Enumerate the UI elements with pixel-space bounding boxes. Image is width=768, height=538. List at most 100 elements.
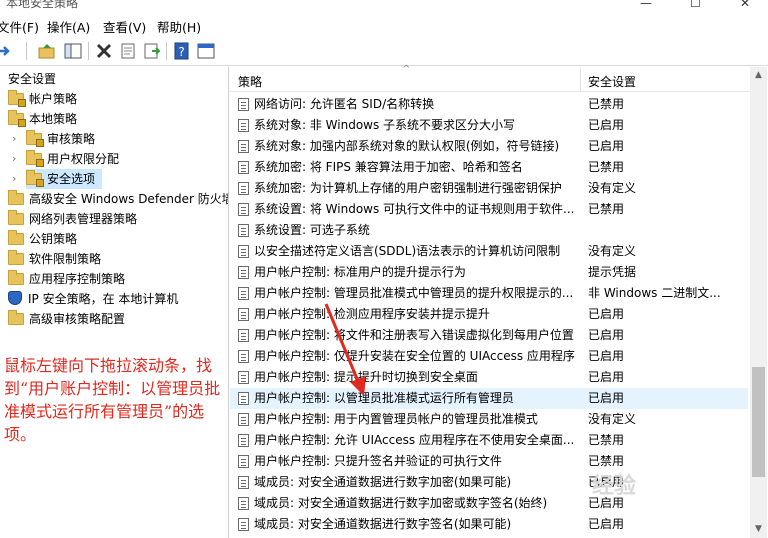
policy-setting: 已启用 — [588, 391, 625, 405]
table-row[interactable]: 系统设置: 可选子系统 — [230, 220, 748, 241]
tree-item-app-control[interactable]: 应用程序控制策略 — [8, 269, 125, 289]
folder-icon — [8, 230, 24, 245]
table-row[interactable]: 系统加密: 为计算机上存储的用户密钥强制进行强密钥保护 没有定义 — [230, 178, 748, 199]
policy-name: 用户帐户控制: 以管理员批准模式运行所有管理员 — [254, 391, 514, 405]
table-row[interactable]: 用户帐户控制: 管理员批准模式中管理员的提升权限提示的... 非 Windows … — [230, 283, 748, 304]
table-row[interactable]: 用户帐户控制: 以管理员批准模式运行所有管理员 已启用 — [230, 388, 748, 409]
policy-icon — [238, 392, 249, 405]
table-row[interactable]: 域成员: 对安全通道数据进行数字签名(如果可能) 已启用 — [230, 514, 748, 535]
policy-icon — [238, 161, 249, 174]
table-row[interactable]: 系统设置: 将 Windows 可执行文件中的证书规则用于软件... 已禁用 — [230, 199, 748, 220]
column-header-setting[interactable]: 安全设置 — [588, 73, 636, 90]
tree-item-public-key[interactable]: 公钥策略 — [8, 229, 77, 249]
minimize-button[interactable]: — — [640, 0, 652, 10]
policy-setting: 已禁用 — [588, 202, 625, 216]
tree-item-local-policy[interactable]: 本地策略 — [8, 109, 77, 129]
policy-name: 用户帐户控制: 将文件和注册表写入错误虚拟化到每用户位置 — [254, 328, 574, 342]
menu-view[interactable]: 查看(V) — [103, 17, 146, 36]
tree-item-label: 软件限制策略 — [29, 252, 102, 266]
title-bar: 本地安全策略 — ☐ ✕ — [0, 0, 768, 14]
table-row[interactable]: 用户帐户控制: 只提升签名并验证的可执行文件 已禁用 — [230, 451, 748, 472]
table-row[interactable]: 系统对象: 非 Windows 子系统不要求区分大小写 已启用 — [230, 115, 748, 136]
instruction-annotation: 鼠标左键向下拖拉滚动条，找到“用户账户控制：以管理员批准模式运行所有管理员”的选… — [4, 356, 221, 444]
policy-name: 网络访问: 允许匿名 SID/名称转换 — [254, 97, 435, 111]
policy-setting: 已禁用 — [588, 160, 625, 174]
vertical-scrollbar[interactable]: ▲ ▼ — [750, 67, 767, 538]
table-row[interactable]: 用户帐户控制: 提示提升时切换到安全桌面 已启用 — [230, 367, 748, 388]
toolbar: ? — [0, 36, 768, 66]
table-row[interactable]: 用户帐户控制: 用于内置管理员帐户的管理员批准模式 没有定义 — [230, 409, 748, 430]
policy-setting: 已启用 — [588, 139, 625, 153]
policy-setting: 已启用 — [588, 118, 625, 132]
policy-name: 域成员: 对安全通道数据进行数字加密或数字签名(始终) — [254, 496, 548, 510]
table-row[interactable]: 用户帐户控制: 标准用户的提升提示行为 提示凭据 — [230, 262, 748, 283]
policy-setting: 非 Windows 二进制文... — [588, 286, 721, 300]
help-icon[interactable]: ? — [173, 42, 191, 60]
folder-icon — [8, 270, 24, 285]
properties-icon[interactable] — [119, 42, 137, 60]
menu-bar: 文件(F) 操作(A) 查看(V) 帮助(H) — [0, 14, 768, 36]
tree-item-label: 安全设置 — [8, 72, 57, 86]
menu-help[interactable]: 帮助(H) — [157, 17, 201, 36]
tree-item-security-options[interactable]: › 安全选项 — [12, 169, 102, 189]
table-row[interactable]: 域成员: 对安全通道数据进行数字加密(如果可能) 已启用 — [230, 472, 748, 493]
forward-arrow-icon[interactable] — [0, 42, 14, 60]
close-button[interactable]: ✕ — [740, 0, 750, 10]
export-icon[interactable] — [143, 42, 161, 60]
show-tree-icon[interactable] — [64, 42, 82, 60]
tree-item-label: 高级审核策略配置 — [29, 312, 126, 326]
policy-icon — [238, 245, 249, 258]
menu-file[interactable]: 文件(F) — [0, 17, 39, 36]
delete-icon[interactable] — [95, 42, 113, 60]
policy-icon — [238, 119, 249, 132]
policy-setting: 已禁用 — [588, 97, 625, 111]
tree-item-label: 本地策略 — [29, 112, 78, 126]
policy-icon — [238, 224, 249, 237]
tree-item-label: 公钥策略 — [29, 232, 78, 246]
policy-icon — [238, 308, 249, 321]
column-divider[interactable] — [580, 67, 581, 92]
tree-item-security-settings[interactable]: 安全设置 — [0, 69, 56, 89]
scroll-up-arrow-icon[interactable]: ▲ — [750, 67, 767, 84]
table-row[interactable]: 系统对象: 加强内部系统对象的默认权限(例如，符号链接) 已启用 — [230, 136, 748, 157]
tree-item-advanced-audit[interactable]: 高级审核策略配置 — [8, 309, 125, 329]
policy-name: 用户帐户控制: 标准用户的提升提示行为 — [254, 265, 466, 279]
policy-icon — [238, 476, 249, 489]
table-row[interactable]: 以安全描述符定义语言(SDDL)语法表示的计算机访问限制 没有定义 — [230, 241, 748, 262]
tree-item-label: IP 安全策略，在 本地计算机 — [28, 292, 179, 306]
policy-name: 系统对象: 加强内部系统对象的默认权限(例如，符号链接) — [254, 139, 560, 153]
tree-item-audit-policy[interactable]: › 审核策略 — [12, 129, 96, 149]
folder-icon — [8, 310, 24, 325]
table-row[interactable]: 用户帐户控制: 检测应用程序安装并提示提升 已启用 — [230, 304, 748, 325]
table-row[interactable]: 网络访问: 允许匿名 SID/名称转换 已禁用 — [230, 94, 748, 115]
tree-item-ip-security[interactable]: IP 安全策略，在 本地计算机 — [8, 289, 178, 309]
tree-item-network-list[interactable]: 网络列表管理器策略 — [8, 209, 137, 229]
scrollbar-thumb[interactable] — [752, 367, 765, 477]
table-row[interactable]: 系统加密: 将 FIPS 兼容算法用于加密、哈希和签名 已禁用 — [230, 157, 748, 178]
console-icon[interactable] — [197, 42, 215, 60]
tree-item-defender-firewall[interactable]: 高级安全 Windows Defender 防火墙 — [8, 189, 228, 209]
tree-item-account-policy[interactable]: 帐户策略 — [8, 89, 77, 109]
tree-item-label: 应用程序控制策略 — [29, 272, 126, 286]
tree-item-user-rights[interactable]: › 用户权限分配 — [12, 149, 119, 169]
chevron-right-icon[interactable]: › — [12, 149, 16, 169]
policy-list-pane: ^ 策略 安全设置 网络访问: 允许匿名 SID/名称转换 已禁用 系统对象: 非 … — [230, 64, 768, 538]
tree-item-software-restriction[interactable]: 软件限制策略 — [8, 249, 101, 269]
policy-icon — [238, 140, 249, 153]
policy-setting: 已启用 — [588, 370, 625, 384]
policy-icon — [238, 434, 249, 447]
maximize-button[interactable]: ☐ — [690, 0, 701, 10]
up-folder-icon[interactable] — [38, 42, 56, 60]
menu-action[interactable]: 操作(A) — [47, 17, 90, 36]
table-row[interactable]: 用户帐户控制: 允许 UIAccess 应用程序在不使用安全桌面... 已禁用 — [230, 430, 748, 451]
table-row[interactable]: 域成员: 对安全通道数据进行数字加密或数字签名(始终) 已启用 — [230, 493, 748, 514]
tree-item-label: 审核策略 — [47, 132, 96, 146]
table-row[interactable]: 用户帐户控制: 将文件和注册表写入错误虚拟化到每用户位置 已启用 — [230, 325, 748, 346]
column-header-policy[interactable]: 策略 — [238, 73, 262, 90]
chevron-right-icon[interactable]: › — [12, 169, 16, 189]
chevron-right-icon[interactable]: › — [12, 129, 16, 149]
scroll-down-arrow-icon[interactable]: ▼ — [750, 521, 767, 538]
table-row[interactable]: 用户帐户控制: 仅提升安装在安全位置的 UIAccess 应用程序 已启用 — [230, 346, 748, 367]
policy-name: 域成员: 对安全通道数据进行数字签名(如果可能) — [254, 517, 512, 531]
policy-name: 用户帐户控制: 检测应用程序安装并提示提升 — [254, 307, 490, 321]
